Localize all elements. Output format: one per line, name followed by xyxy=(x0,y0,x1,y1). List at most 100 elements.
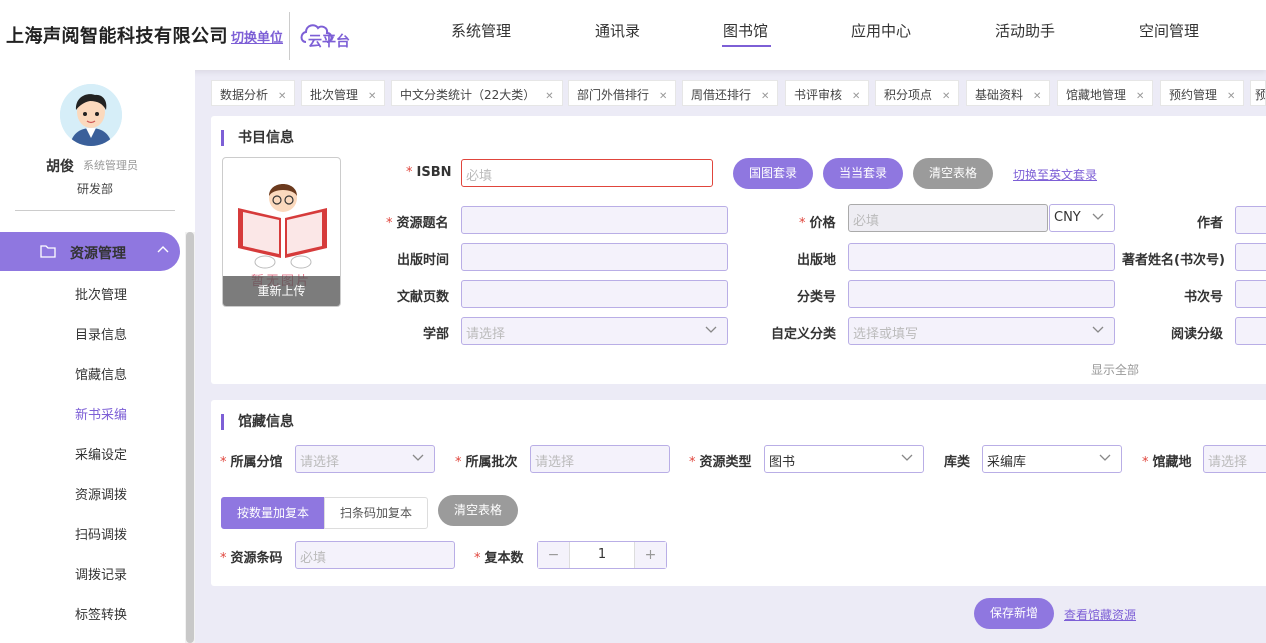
sidebar-item-batch[interactable]: 批次管理 xyxy=(75,284,127,303)
clear-form-button[interactable]: 清空表格 xyxy=(913,158,993,189)
tab-label: 预约管理 xyxy=(1169,88,1218,102)
copies-value[interactable]: 1 xyxy=(570,547,634,562)
copies-label: * 复本数 xyxy=(474,551,524,566)
close-icon[interactable]: ✕ xyxy=(1136,91,1144,102)
branch-label: * 所属分馆 xyxy=(220,455,283,470)
barcode-input[interactable]: 必填 xyxy=(295,541,455,569)
holding-clear-button[interactable]: 清空表格 xyxy=(438,495,518,526)
sidebar-item-setting[interactable]: 采编设定 xyxy=(75,444,127,463)
sidebar-item-label-convert[interactable]: 标签转换 xyxy=(75,604,127,623)
close-icon[interactable]: ✕ xyxy=(942,91,950,102)
author-label: 作者 xyxy=(1197,216,1224,231)
sidebar-group-label: 资源管理 xyxy=(70,246,126,262)
tab-label: 基础资料 xyxy=(975,88,1024,102)
nav-space[interactable]: 空间管理 xyxy=(1139,20,1199,41)
sidebar-group-resource-management[interactable]: 资源管理 xyxy=(0,232,180,271)
sidebar-item-transfer[interactable]: 资源调拨 xyxy=(75,484,127,503)
close-icon[interactable]: ✕ xyxy=(545,91,553,102)
isbn-input[interactable]: 必填 xyxy=(461,159,713,187)
read-level-input[interactable] xyxy=(1235,317,1266,345)
pubplace-input[interactable] xyxy=(848,243,1115,271)
decrement-button[interactable]: − xyxy=(538,542,570,568)
sidebar-item-catalog[interactable]: 目录信息 xyxy=(75,324,127,343)
author-input[interactable] xyxy=(1235,206,1266,234)
tab-review[interactable]: 书评审核 ✕ xyxy=(785,80,870,106)
branch-select[interactable]: 请选择 xyxy=(295,445,435,473)
chevron-down-icon xyxy=(901,454,913,461)
close-icon[interactable]: ✕ xyxy=(368,91,376,102)
stock-select[interactable]: 采编库 xyxy=(982,445,1122,473)
guotu-import-button[interactable]: 国图套录 xyxy=(733,158,813,189)
reupload-button[interactable]: 重新上传 xyxy=(223,276,340,306)
tab-base-data[interactable]: 基础资料 ✕ xyxy=(966,80,1051,106)
nav-contacts[interactable]: 通讯录 xyxy=(595,20,640,41)
sidebar-item-new-book[interactable]: 新书采编 xyxy=(75,404,127,423)
dangdang-import-button[interactable]: 当当套录 xyxy=(823,158,903,189)
nav-system[interactable]: 系统管理 xyxy=(451,20,511,41)
tab-points[interactable]: 积分项点 ✕ xyxy=(875,80,960,106)
company-name: 上海声阅智能科技有限公司 xyxy=(6,26,228,47)
chevron-down-icon xyxy=(1099,454,1111,461)
close-icon[interactable]: ✕ xyxy=(278,91,286,102)
price-input[interactable]: 必填 xyxy=(848,204,1048,232)
classno-input[interactable] xyxy=(848,280,1115,308)
sidebar-scrollbar-thumb[interactable] xyxy=(186,232,194,643)
close-icon[interactable]: ✕ xyxy=(761,91,769,102)
batch-select[interactable]: 请选择 xyxy=(530,445,670,473)
custom-class-select[interactable]: 选择或填写 xyxy=(848,317,1115,345)
bookno-input[interactable] xyxy=(1235,280,1266,308)
resource-type-label: * 资源类型 xyxy=(689,455,752,470)
pages-label: 文献页数 xyxy=(397,290,450,305)
sidebar-item-scan-transfer[interactable]: 扫码调拨 xyxy=(75,524,127,543)
dept-placeholder: 请选择 xyxy=(466,327,506,342)
switch-english-link[interactable]: 切换至英文套录 xyxy=(1013,166,1097,183)
add-by-barcode-tab[interactable]: 扫条码加复本 xyxy=(324,497,428,529)
pages-input[interactable] xyxy=(461,280,728,308)
dept-select[interactable]: 请选择 xyxy=(461,317,728,345)
close-icon[interactable]: ✕ xyxy=(1033,91,1041,102)
pubtime-label: 出版时间 xyxy=(397,253,450,268)
tab-batch[interactable]: 批次管理 ✕ xyxy=(301,80,386,106)
copies-stepper[interactable]: − 1 + xyxy=(537,541,667,569)
tab-label: 周借还排行 xyxy=(691,88,752,102)
title-input[interactable] xyxy=(461,206,728,234)
tab-class-stats[interactable]: 中文分类统计（22大类） ✕ xyxy=(391,80,563,106)
tab-reservation[interactable]: 预约管理 ✕ xyxy=(1160,80,1245,106)
tab-dept-ranking[interactable]: 部门外借排行 ✕ xyxy=(568,80,677,106)
show-all-toggle[interactable]: 显示全部 xyxy=(1091,361,1139,378)
nav-app-center[interactable]: 应用中心 xyxy=(851,20,911,41)
book-cover[interactable]: 暂无图片 重新上传 xyxy=(222,157,341,307)
resource-type-value: 图书 xyxy=(769,455,796,470)
switch-unit-link[interactable]: 切换单位 xyxy=(231,27,283,46)
tab-overflow[interactable]: 预 xyxy=(1250,80,1266,106)
add-by-quantity-tab[interactable]: 按数量加复本 xyxy=(221,497,325,529)
view-holdings-link[interactable]: 查看馆藏资源 xyxy=(1064,606,1136,623)
nav-library[interactable]: 图书馆 xyxy=(723,20,768,41)
title-label: * 资源题名 xyxy=(386,216,449,231)
tab-week-ranking[interactable]: 周借还排行 ✕ xyxy=(682,80,779,106)
custom-class-label: 自定义分类 xyxy=(771,327,837,342)
stock-label: 库类 xyxy=(944,455,971,470)
sidebar-item-holdings[interactable]: 馆藏信息 xyxy=(75,364,127,383)
close-icon[interactable]: ✕ xyxy=(1227,91,1235,102)
avatar[interactable] xyxy=(60,84,122,146)
location-select[interactable]: 请选择 xyxy=(1203,445,1266,473)
location-label: * 馆藏地 xyxy=(1142,455,1192,470)
sidebar-divider xyxy=(15,210,175,211)
currency-select[interactable]: CNY xyxy=(1049,204,1115,232)
tab-location-mgmt[interactable]: 馆藏地管理 ✕ xyxy=(1057,80,1154,106)
resource-type-select[interactable]: 图书 xyxy=(764,445,924,473)
tab-data-analysis[interactable]: 数据分析 ✕ xyxy=(211,80,296,106)
increment-button[interactable]: + xyxy=(634,542,666,568)
author-name-input[interactable] xyxy=(1235,243,1266,271)
branch-placeholder: 请选择 xyxy=(300,455,340,470)
save-new-button[interactable]: 保存新增 xyxy=(974,598,1054,629)
sidebar-item-transfer-log[interactable]: 调拨记录 xyxy=(75,564,127,583)
nav-activity[interactable]: 活动助手 xyxy=(995,20,1055,41)
close-icon[interactable]: ✕ xyxy=(852,91,860,102)
close-icon[interactable]: ✕ xyxy=(659,91,667,102)
user-department: 研发部 xyxy=(77,182,114,196)
header-divider xyxy=(289,12,290,60)
pubtime-input[interactable] xyxy=(461,243,728,271)
classno-label: 分类号 xyxy=(797,290,837,305)
